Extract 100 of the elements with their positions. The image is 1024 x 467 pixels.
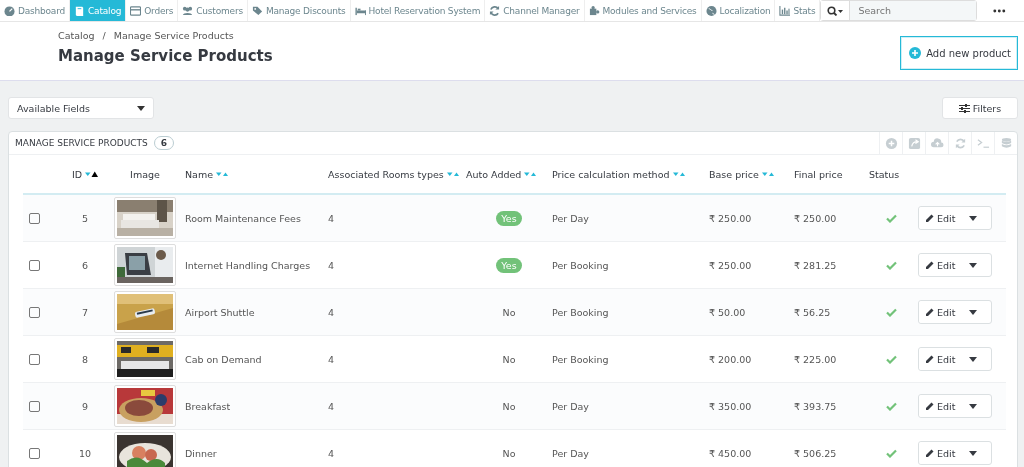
column-header[interactable]: Base price xyxy=(709,168,759,180)
table-cell: Per Booking xyxy=(552,259,609,271)
column-header[interactable]: Price calculation method xyxy=(552,168,670,180)
column-header[interactable]: Auto Added xyxy=(466,168,522,180)
table-cell: 6 xyxy=(81,259,88,271)
table-cell: No xyxy=(502,353,516,365)
page-title: Manage Service Products xyxy=(58,47,273,65)
check-icon[interactable] xyxy=(886,354,897,364)
nav-tab[interactable]: Localization xyxy=(701,0,776,21)
yes-badge: Yes xyxy=(496,257,522,273)
nav-tab[interactable]: Orders xyxy=(126,0,179,21)
table-cell: Per Day xyxy=(552,212,589,224)
column-header[interactable]: Associated Rooms types xyxy=(328,168,444,180)
panel-title: MANAGE SERVICE PRODUCTS xyxy=(15,138,148,148)
nav-tab[interactable]: Stats xyxy=(775,0,821,21)
check-icon[interactable] xyxy=(886,213,897,223)
row-checkbox[interactable] xyxy=(29,212,40,224)
table-cell: Internet Handling Charges xyxy=(185,259,311,271)
table-cell: ₹ 506.25 xyxy=(794,447,837,459)
table-cell: ₹ 350.00 xyxy=(709,400,752,412)
column-header: Status xyxy=(869,168,900,180)
search-field[interactable]: Search xyxy=(820,0,978,21)
table-cell: 4 xyxy=(328,212,335,224)
caret-icon xyxy=(137,105,145,111)
card-icon xyxy=(130,5,142,16)
pencil-icon xyxy=(925,401,934,411)
table-cell: ₹ 225.00 xyxy=(794,353,837,365)
table-cell: Per Booking xyxy=(552,353,609,365)
row-checkbox[interactable] xyxy=(29,447,40,459)
column-header[interactable]: ID xyxy=(71,168,83,180)
table-cell: ₹ 450.00 xyxy=(709,447,752,459)
table-cell: ₹ 281.25 xyxy=(794,259,837,271)
pencil-icon xyxy=(925,448,934,458)
refresh-icon[interactable] xyxy=(953,136,967,150)
check-icon[interactable] xyxy=(886,448,897,458)
terminal-icon[interactable] xyxy=(976,136,990,150)
check-icon[interactable] xyxy=(886,401,897,411)
table-cell: ₹ 56.25 xyxy=(794,306,831,318)
table-cell: Room Maintenance Fees xyxy=(185,212,301,224)
sort-arrows-icon[interactable] xyxy=(85,170,99,178)
filters-button[interactable]: Filters xyxy=(942,97,1018,119)
row-checkbox[interactable] xyxy=(29,353,40,365)
check-icon[interactable] xyxy=(886,307,897,317)
puzzle-icon xyxy=(588,5,600,16)
export-icon[interactable] xyxy=(907,136,921,150)
breadcrumb-link[interactable]: Catalog xyxy=(58,30,95,41)
fields-dropdown[interactable]: Available Fields xyxy=(8,97,154,119)
table-cell: 4 xyxy=(328,400,335,412)
row-checkbox[interactable] xyxy=(29,259,40,271)
row-checkbox[interactable] xyxy=(29,306,40,318)
table-cell: ₹ 250.00 xyxy=(709,259,752,271)
table-cell: Per Day xyxy=(552,400,589,412)
bed-icon xyxy=(354,5,366,16)
table-cell: ₹ 250.00 xyxy=(794,212,837,224)
table-cell: 8 xyxy=(81,353,88,365)
table-cell: ₹ 393.75 xyxy=(794,400,837,412)
add-icon[interactable] xyxy=(884,136,898,150)
table-cell: No xyxy=(502,447,516,459)
column-header: Final price xyxy=(794,168,843,180)
table-cell: 4 xyxy=(328,306,335,318)
table-cell: 5 xyxy=(81,212,88,224)
check-icon[interactable] xyxy=(886,260,897,270)
database-icon[interactable] xyxy=(999,136,1013,150)
nav-tab[interactable]: Manage Discounts xyxy=(247,0,351,21)
gauge-icon xyxy=(4,5,15,16)
table-cell: ₹ 50.00 xyxy=(709,306,746,318)
nav-tab[interactable]: Channel Manager xyxy=(485,0,585,21)
bar-chart-icon xyxy=(779,5,791,16)
pencil-icon xyxy=(925,213,934,223)
book-icon xyxy=(74,5,86,16)
table-cell: Cab on Demand xyxy=(185,353,262,365)
add-product-button[interactable]: Add new product xyxy=(900,36,1018,70)
users-icon xyxy=(182,5,194,16)
search-icon[interactable] xyxy=(827,5,844,16)
table-cell: No xyxy=(502,306,516,318)
table-cell: Per Day xyxy=(552,447,589,459)
nav-tab[interactable]: Hotel Reservation System xyxy=(350,0,486,21)
row-checkbox[interactable] xyxy=(29,400,40,412)
table-cell: Dinner xyxy=(185,447,217,459)
column-header[interactable]: Name xyxy=(185,168,214,180)
table-cell: 10 xyxy=(78,447,92,459)
table-cell: Per Booking xyxy=(552,306,609,318)
pencil-icon xyxy=(925,260,934,270)
nav-tab[interactable]: Modules and Services xyxy=(584,0,702,21)
upload-icon[interactable] xyxy=(930,136,944,150)
table-cell: 4 xyxy=(328,353,335,365)
table-cell: Breakfast xyxy=(185,400,231,412)
table-cell: ₹ 200.00 xyxy=(709,353,752,365)
more-icon[interactable] xyxy=(993,8,1006,13)
table-cell: No xyxy=(502,400,516,412)
tag-icon xyxy=(251,5,263,16)
nav-tab[interactable]: Customers xyxy=(178,0,248,21)
breadcrumb-current: Manage Service Products xyxy=(113,30,234,41)
yes-badge: Yes xyxy=(496,210,522,226)
sliders-icon xyxy=(958,103,970,113)
pencil-icon xyxy=(925,354,934,364)
table-cell: 4 xyxy=(328,447,335,459)
refresh-icon xyxy=(489,5,501,16)
table-cell: ₹ 250.00 xyxy=(709,212,752,224)
table-cell: Airport Shuttle xyxy=(185,306,255,318)
